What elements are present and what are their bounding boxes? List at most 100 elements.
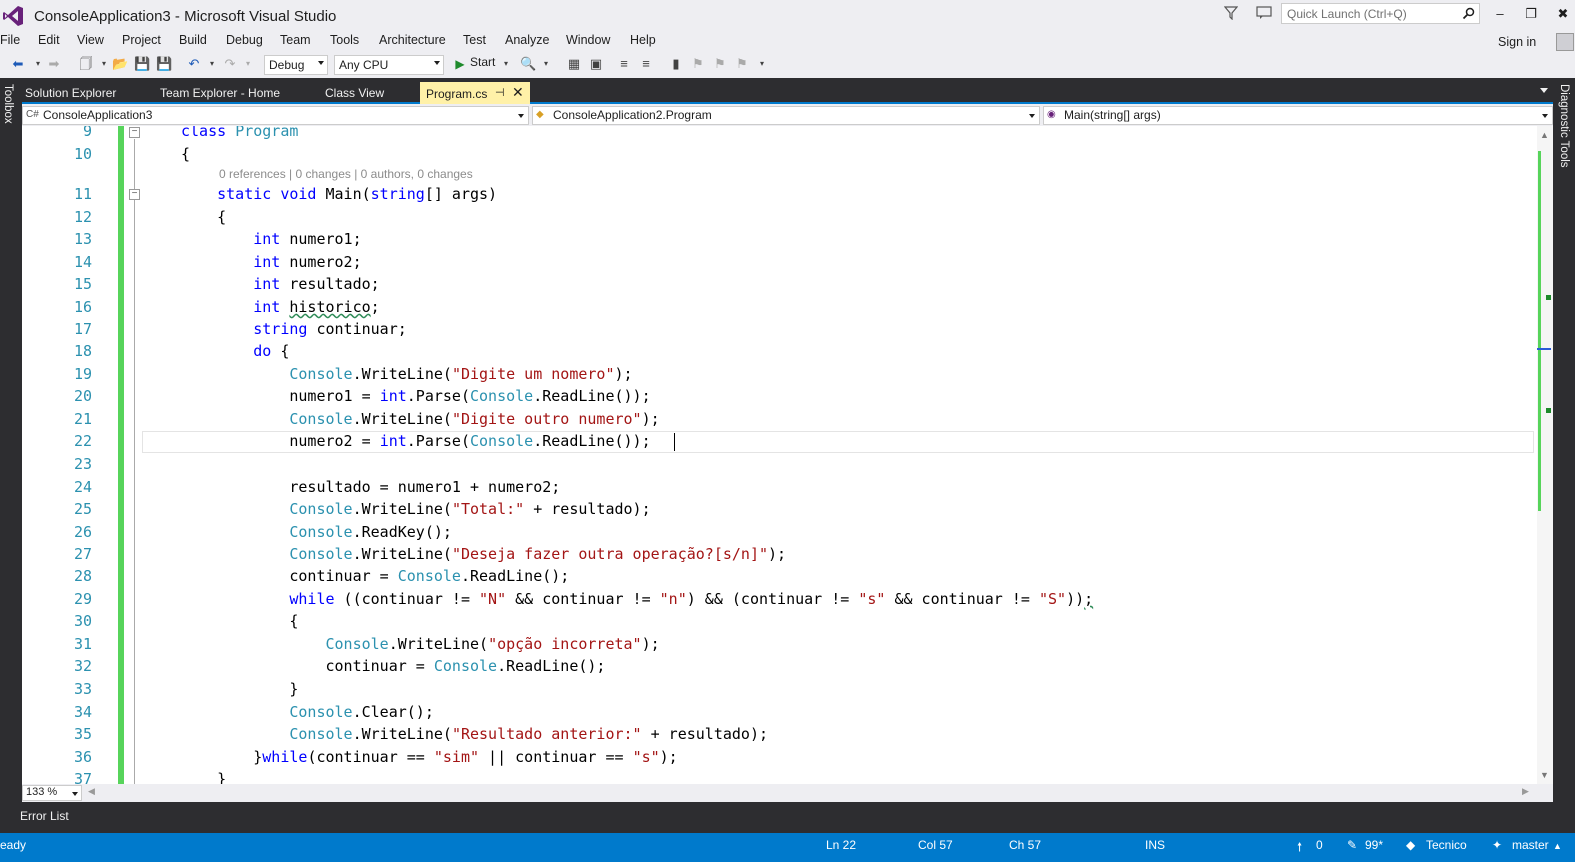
start-button[interactable]: Start — [470, 55, 495, 69]
menu-analyze[interactable]: Analyze — [505, 33, 549, 47]
start-dropdown-icon[interactable]: ▾ — [498, 56, 514, 72]
menu-tools[interactable]: Tools — [330, 33, 359, 47]
pencil-icon[interactable]: ✎ — [1347, 838, 1357, 852]
toolbar-overflow-icon[interactable]: ▾ — [754, 56, 770, 72]
navigate-back-dropdown-icon[interactable]: ▾ — [30, 56, 46, 72]
caret-position-marker — [1537, 348, 1551, 350]
toolbox-tab[interactable]: Toolbox — [2, 84, 14, 124]
branch-icon[interactable]: ✦ — [1492, 838, 1502, 852]
uncomment-lines-icon[interactable]: ≡ — [638, 56, 654, 72]
solution-configuration-select[interactable]: Debug — [264, 55, 328, 75]
pin-icon[interactable]: ⊣ — [495, 86, 505, 99]
sign-in-link[interactable]: Sign in — [1498, 35, 1536, 49]
diagnostic-tools-tab[interactable]: Diagnostic Tools — [1558, 84, 1570, 168]
menu-window[interactable]: Window — [566, 33, 610, 47]
bookmark-icon[interactable]: ▮ — [668, 56, 684, 72]
open-file-icon[interactable]: 📂 — [112, 56, 128, 72]
code-line-20: numero1 = int.Parse(Console.ReadLine()); — [181, 387, 651, 405]
code-line-26: Console.ReadKey(); — [289, 523, 452, 541]
menu-file[interactable]: File — [0, 33, 20, 47]
menu-help[interactable]: Help — [630, 33, 656, 47]
code-editor[interactable]: 9 10 11 12 13 14 15 16 17 18 19 20 21 22… — [22, 126, 1537, 784]
code-line-32: continuar = Console.ReadLine(); — [181, 657, 606, 675]
search-icon[interactable] — [1462, 7, 1475, 23]
line-number: 34 — [73, 703, 92, 721]
menu-team[interactable]: Team — [280, 33, 311, 47]
minimize-button[interactable]: – — [1490, 6, 1510, 22]
feedback-icon[interactable] — [1256, 6, 1272, 20]
solution-explorer-icon[interactable]: ▦ — [566, 56, 582, 72]
menu-architecture[interactable]: Architecture — [379, 33, 446, 47]
scroll-up-icon[interactable]: ▲ — [1540, 130, 1549, 140]
tab-class-view[interactable]: Class View — [325, 86, 384, 100]
tab-overflow-icon[interactable] — [1540, 88, 1548, 93]
notification-filter-icon[interactable] — [1224, 6, 1238, 20]
collapse-icon[interactable]: − — [129, 127, 140, 138]
comment-lines-icon[interactable]: ≡ — [616, 56, 632, 72]
chevron-down-icon — [434, 61, 440, 65]
horizontal-scrollbar[interactable] — [22, 784, 1553, 802]
undo-dropdown-icon[interactable]: ▾ — [204, 56, 220, 72]
code-line-31: Console.WriteLine("opção incorreta"); — [325, 635, 660, 653]
scroll-down-icon[interactable]: ▼ — [1540, 770, 1549, 780]
solution-platform-select[interactable]: Any CPU — [334, 55, 444, 75]
scroll-right-icon[interactable]: ▶ — [1522, 786, 1529, 797]
save-icon[interactable]: 💾 — [134, 56, 150, 72]
navigate-forward-icon[interactable]: ➡ — [46, 56, 62, 72]
type-dropdown[interactable]: ◆ ConsoleApplication2.Program — [532, 106, 1040, 125]
branch-name[interactable]: master — [1512, 838, 1549, 852]
maximize-button[interactable]: ❐ — [1521, 6, 1541, 22]
properties-icon[interactable]: ▣ — [588, 56, 604, 72]
quick-launch-input[interactable]: Quick Launch (Ctrl+Q) — [1281, 3, 1480, 24]
branch-menu-icon[interactable]: ▲ — [1553, 841, 1562, 851]
previous-bookmark-icon[interactable]: ⚑ — [690, 56, 706, 72]
outline-guide-line — [134, 139, 135, 784]
tab-solution-explorer[interactable]: Solution Explorer — [25, 86, 116, 100]
line-number: 14 — [73, 253, 92, 271]
find-dropdown-icon[interactable]: ▾ — [538, 56, 554, 72]
member-dropdown[interactable]: ◉ Main(string[] args) — [1043, 106, 1553, 125]
menu-test[interactable]: Test — [463, 33, 486, 47]
scroll-left-icon[interactable]: ◀ — [88, 786, 95, 797]
zoom-level-select[interactable]: 133 % — [22, 785, 82, 801]
new-project-icon[interactable]: 🗍 — [78, 56, 94, 72]
line-number: 11 — [73, 185, 92, 203]
menu-project[interactable]: Project — [122, 33, 161, 47]
new-project-dropdown-icon[interactable]: ▾ — [96, 56, 112, 72]
account-icon[interactable] — [1556, 33, 1574, 51]
repository-name[interactable]: Tecnico — [1426, 838, 1467, 852]
undo-icon[interactable]: ↶ — [186, 56, 202, 72]
navigate-back-icon[interactable]: ⬅ — [10, 56, 26, 72]
code-line-18: do { — [253, 342, 290, 360]
unpublished-commits-count[interactable]: 0 — [1316, 838, 1323, 852]
status-insert-mode: INS — [1145, 838, 1166, 852]
menu-build[interactable]: Build — [179, 33, 207, 47]
error-list-tab[interactable]: Error List — [20, 809, 69, 823]
repository-icon[interactable]: ◆ — [1406, 838, 1415, 852]
line-number: 35 — [73, 725, 92, 743]
menu-edit[interactable]: Edit — [38, 33, 60, 47]
line-number: 16 — [73, 298, 92, 316]
menu-debug[interactable]: Debug — [226, 33, 263, 47]
collapse-icon[interactable]: − — [129, 189, 140, 200]
arrow-up-icon[interactable]: 🠕 — [1297, 838, 1302, 859]
clear-bookmarks-icon[interactable]: ⚑ — [734, 56, 750, 72]
start-debugging-icon[interactable]: ▶ — [452, 56, 468, 72]
tab-team-explorer[interactable]: Team Explorer - Home — [160, 86, 280, 100]
menu-view[interactable]: View — [77, 33, 104, 47]
project-dropdown[interactable]: C# ConsoleApplication3 — [22, 106, 529, 125]
tab-program-cs[interactable]: Program.cs ⊣ ✕ — [420, 82, 530, 104]
project-dropdown-value: ConsoleApplication3 — [43, 108, 153, 122]
save-all-icon[interactable]: 💾 — [156, 56, 172, 72]
close-tab-icon[interactable]: ✕ — [512, 84, 524, 101]
code-line-17: string continuar; — [253, 320, 407, 338]
find-in-files-icon[interactable]: 🔍 — [520, 56, 536, 72]
redo-icon[interactable]: ↷ — [222, 56, 238, 72]
next-bookmark-icon[interactable]: ⚑ — [712, 56, 728, 72]
line-number: 25 — [73, 500, 92, 518]
redo-dropdown-icon[interactable]: ▾ — [240, 56, 256, 72]
pending-changes-count[interactable]: 99* — [1365, 838, 1383, 852]
close-button[interactable]: ✖ — [1553, 6, 1573, 22]
line-number: 21 — [73, 410, 92, 428]
codelens-info[interactable]: 0 references | 0 changes | 0 authors, 0 … — [219, 167, 473, 181]
